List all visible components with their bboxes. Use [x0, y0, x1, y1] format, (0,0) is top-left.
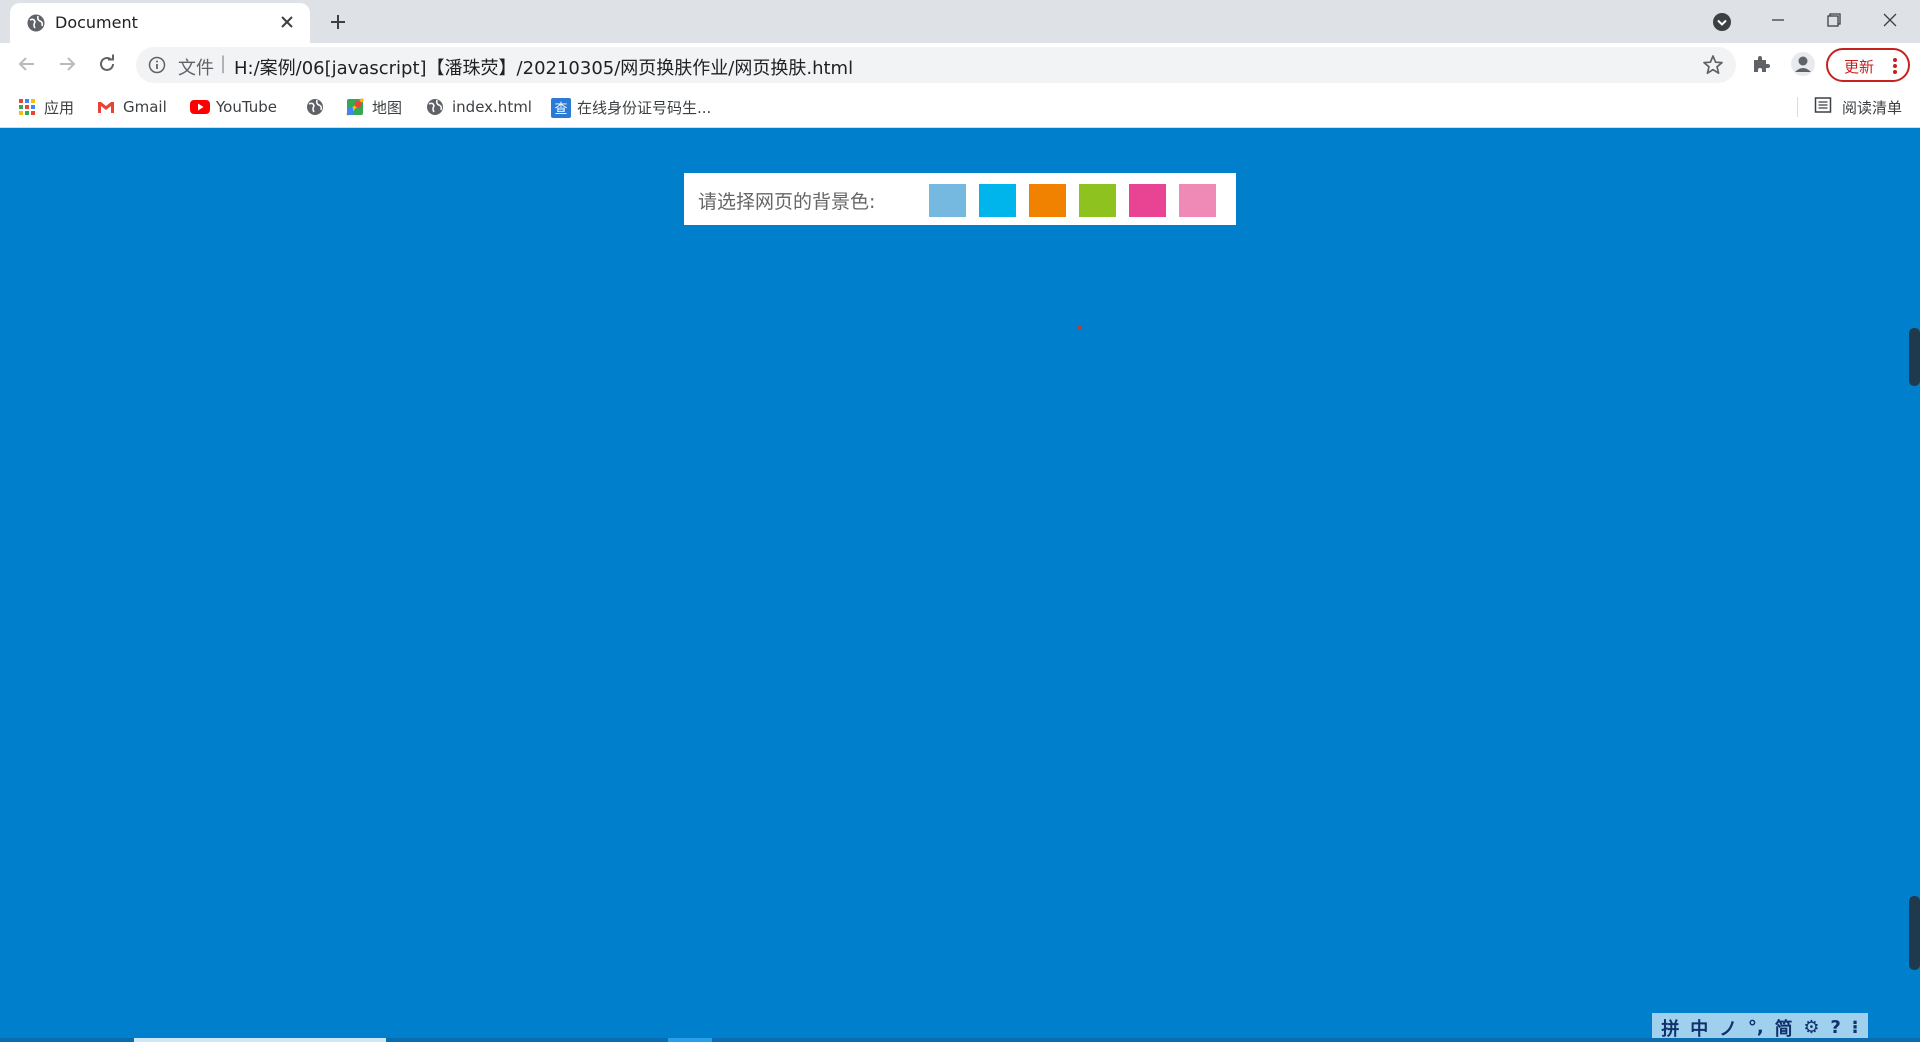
- swatch-green[interactable]: [1079, 184, 1116, 217]
- swatch-pink[interactable]: [1179, 184, 1216, 217]
- bookmark-gmail[interactable]: Gmail: [97, 95, 167, 119]
- swatch-light-blue[interactable]: [929, 184, 966, 217]
- picker-label: 请选择网页的背景色:: [698, 191, 876, 213]
- youtube-icon: [190, 98, 210, 116]
- tab-close-icon[interactable]: [276, 11, 298, 33]
- cha-icon: 查: [551, 98, 571, 118]
- swatch-magenta[interactable]: [1129, 184, 1166, 217]
- bookmarks-bar: 应用 Gmail YouTube 地图 index.html 查 在线身份证号码…: [0, 85, 1920, 128]
- maps-icon: [345, 97, 365, 117]
- bookmark-star-icon[interactable]: [1702, 54, 1724, 76]
- bookmark-globe[interactable]: [306, 95, 324, 119]
- ime-more-icon[interactable]: ⁝: [1852, 1017, 1859, 1038]
- bookmark-index-html[interactable]: index.html: [426, 95, 532, 119]
- info-icon[interactable]: [148, 56, 166, 74]
- ime-settings-icon[interactable]: ⚙: [1803, 1017, 1819, 1038]
- background-color-picker: 请选择网页的背景色:: [684, 173, 1236, 225]
- close-icon[interactable]: [1862, 0, 1918, 40]
- update-button[interactable]: 更新: [1826, 48, 1910, 82]
- ime-halfwidth-icon[interactable]: ノ: [1719, 1015, 1737, 1041]
- mouse-cursor-dot: [1077, 326, 1081, 330]
- url-separator: |: [220, 53, 227, 74]
- globe-icon: [26, 13, 46, 33]
- bookmark-maps[interactable]: 地图: [345, 95, 403, 119]
- url-scheme-label: 文件: [178, 58, 214, 79]
- bookmark-label: Gmail: [123, 98, 167, 116]
- update-label: 更新: [1844, 58, 1875, 76]
- taskbar-edge: [0, 1038, 1920, 1042]
- bookmark-label: YouTube: [216, 98, 277, 116]
- bookmark-label: 地图: [372, 98, 403, 117]
- bookmark-label: index.html: [452, 98, 532, 116]
- reading-list-label: 阅读清单: [1841, 98, 1902, 117]
- tab-document[interactable]: Document: [10, 3, 310, 43]
- minimize-icon[interactable]: [1750, 0, 1806, 40]
- taskbar-highlight: [134, 1038, 386, 1042]
- swatch-cyan[interactable]: [979, 184, 1016, 217]
- ime-simplified-icon[interactable]: 简: [1775, 1015, 1793, 1041]
- ime-chinese-mode-icon[interactable]: 中: [1690, 1015, 1708, 1041]
- ime-pinyin-icon[interactable]: 拼: [1661, 1015, 1679, 1041]
- reading-list-icon: [1814, 96, 1832, 118]
- bookmark-label: 在线身份证号码生...: [577, 98, 712, 117]
- new-tab-button[interactable]: [324, 8, 352, 36]
- tab-strip: Document: [0, 0, 1920, 43]
- tab-title: Document: [55, 13, 138, 32]
- menu-dots-icon[interactable]: [1892, 57, 1898, 75]
- taskbar-highlight: [668, 1038, 712, 1042]
- apps-grid-icon: [18, 98, 36, 116]
- scroll-handle[interactable]: [1909, 328, 1920, 386]
- profile-avatar-icon[interactable]: [1790, 51, 1816, 77]
- bookmark-label: 应用: [44, 98, 75, 117]
- bookmark-youtube[interactable]: YouTube: [190, 95, 277, 119]
- address-bar[interactable]: 文件 | H:/案例/06[javascript]【潘珠荧】/20210305/…: [136, 47, 1736, 83]
- scroll-handle[interactable]: [1909, 896, 1920, 970]
- back-button[interactable]: [12, 49, 42, 79]
- ime-punctuation-icon[interactable]: °,: [1748, 1017, 1764, 1038]
- svg-text:查: 查: [554, 102, 567, 117]
- ime-help-icon[interactable]: ?: [1830, 1017, 1840, 1038]
- gmail-icon: [97, 98, 115, 116]
- globe-icon: [306, 98, 324, 116]
- restore-icon[interactable]: [1806, 0, 1862, 40]
- tab-search-icon[interactable]: [1710, 10, 1734, 34]
- swatch-orange[interactable]: [1029, 184, 1066, 217]
- browser-toolbar: 文件 | H:/案例/06[javascript]【潘珠荧】/20210305/…: [0, 43, 1920, 85]
- forward-button[interactable]: [52, 49, 82, 79]
- globe-icon: [426, 98, 444, 116]
- bookmark-apps[interactable]: 应用: [18, 95, 74, 119]
- extensions-puzzle-icon[interactable]: [1751, 53, 1773, 75]
- page-viewport: 请选择网页的背景色:: [0, 129, 1920, 1042]
- divider: [1796, 97, 1798, 117]
- bookmark-id-generator[interactable]: 查 在线身份证号码生...: [551, 95, 711, 119]
- reload-button[interactable]: [92, 49, 122, 79]
- url-text[interactable]: H:/案例/06[javascript]【潘珠荧】/20210305/网页换肤作…: [234, 54, 853, 80]
- reading-list-button[interactable]: 阅读清单: [1796, 95, 1902, 119]
